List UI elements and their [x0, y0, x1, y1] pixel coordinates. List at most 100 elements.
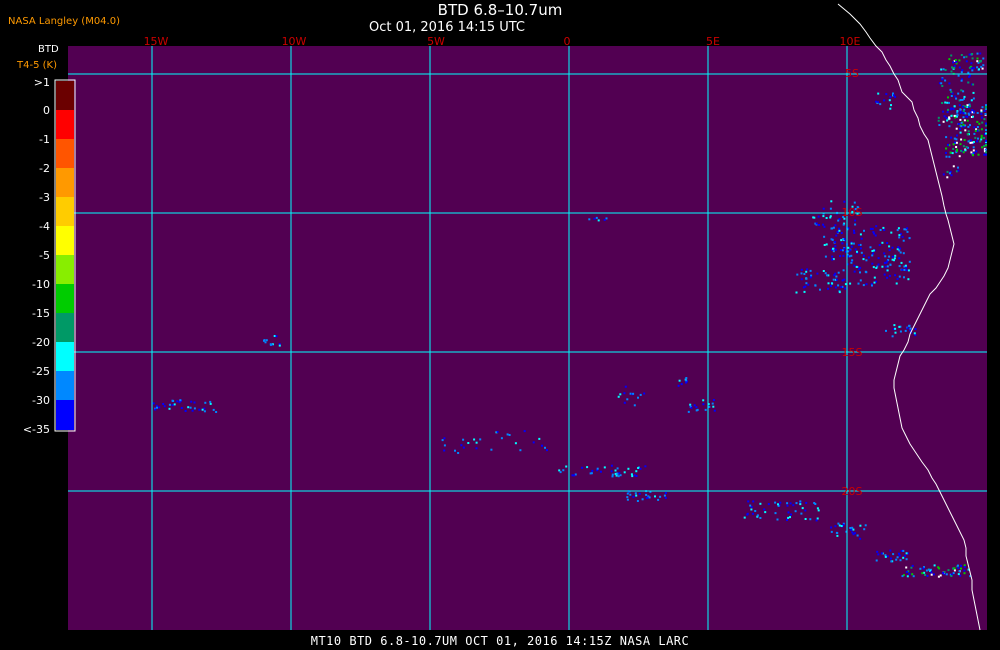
cloud-pixel	[176, 400, 179, 403]
cloud-pixel	[884, 555, 887, 558]
cloud-pixel	[546, 449, 548, 452]
colorbar-swatch	[56, 313, 74, 342]
cloud-pixel	[964, 149, 967, 152]
cloud-pixel	[977, 153, 980, 156]
cloud-pixel	[786, 519, 788, 521]
cloud-pixel	[680, 383, 683, 386]
cloud-pixel	[648, 496, 651, 499]
cloud-pixel	[905, 266, 908, 269]
cloud-pixel	[897, 227, 900, 230]
cloud-pixel	[985, 129, 987, 132]
cloud-pixel	[877, 101, 880, 104]
cloud-pixel	[873, 276, 876, 279]
cloud-pixel	[971, 53, 974, 55]
cloud-pixel	[871, 284, 873, 287]
cloud-pixel	[605, 217, 608, 220]
cloud-pixel	[937, 566, 940, 569]
cloud-pixel	[894, 274, 897, 277]
cloud-pixel	[970, 67, 973, 70]
cloud-pixel	[907, 269, 910, 272]
cloud-pixel	[896, 277, 899, 280]
cloud-pixel	[610, 464, 613, 467]
cloud-pixel	[171, 404, 174, 407]
cloud-pixel	[837, 271, 840, 274]
cloud-pixel	[959, 131, 962, 134]
cloud-pixel	[823, 225, 826, 228]
cloud-pixel	[945, 573, 948, 576]
cloud-pixel	[685, 377, 688, 379]
cloud-pixel	[172, 400, 175, 402]
cloud-pixel	[789, 516, 791, 519]
colorbar-swatch	[56, 342, 74, 371]
colorbar-label: >1	[33, 76, 50, 89]
cloud-pixel	[599, 470, 602, 473]
cloud-pixel	[871, 254, 874, 257]
cloud-pixel	[695, 409, 698, 412]
cloud-pixel	[806, 268, 809, 271]
cloud-pixel	[852, 242, 855, 245]
cloud-pixel	[809, 276, 812, 279]
cloud-pixel	[747, 500, 750, 503]
cloud-pixel	[879, 229, 882, 231]
cloud-pixel	[904, 264, 907, 267]
cloud-pixel	[955, 127, 958, 130]
cloud-pixel	[822, 223, 825, 226]
cloud-pixel	[885, 329, 887, 332]
cloud-pixel	[904, 554, 906, 557]
cloud-pixel	[967, 81, 970, 84]
cloud-pixel	[898, 554, 901, 557]
cloud-pixel	[976, 57, 979, 60]
cloud-pixel	[945, 116, 948, 119]
cloud-pixel	[883, 229, 886, 231]
cloud-pixel	[963, 569, 966, 572]
cloud-pixel	[983, 118, 986, 121]
cloud-pixel	[830, 526, 833, 529]
cloud-pixel	[948, 172, 951, 175]
cloud-pixel	[912, 575, 915, 578]
cloud-pixel	[853, 201, 856, 204]
cloud-pixel	[872, 266, 875, 269]
cloud-pixel	[948, 101, 950, 104]
cloud-pixel	[834, 272, 837, 275]
cloud-pixel	[819, 288, 821, 291]
footer-caption: MT10 BTD 6.8-10.7UM OCT 01, 2016 14:15Z …	[310, 634, 690, 648]
cloud-pixel	[950, 575, 953, 577]
cloud-pixel	[664, 496, 667, 499]
cloud-pixel	[878, 244, 881, 247]
cloud-pixel	[851, 259, 854, 262]
cloud-pixel	[940, 68, 943, 71]
cloud-pixel	[454, 449, 456, 452]
cloud-pixel	[875, 559, 878, 562]
cloud-pixel	[954, 59, 957, 61]
cloud-pixel	[976, 126, 979, 128]
cloud-pixel	[193, 401, 196, 404]
cloud-pixel	[962, 116, 965, 119]
lon-label: 15W	[144, 35, 169, 48]
cloud-pixel	[184, 410, 187, 412]
cloud-pixel	[985, 132, 987, 135]
cloud-pixel	[941, 78, 944, 81]
cloud-pixel	[462, 438, 465, 441]
cloud-pixel	[856, 534, 859, 537]
cloud-pixel	[973, 110, 976, 113]
cloud-pixel	[687, 410, 690, 413]
cloud-pixel	[860, 251, 863, 254]
cloud-pixel	[269, 343, 272, 346]
cloud-pixel	[967, 125, 970, 128]
cloud-pixel	[880, 552, 883, 555]
cloud-pixel	[960, 71, 963, 74]
cloud-pixel	[827, 282, 830, 285]
cloud-pixel	[877, 92, 880, 95]
cloud-pixel	[898, 234, 901, 237]
cloud-pixel	[853, 270, 856, 273]
cloud-pixel	[977, 137, 979, 140]
cloud-pixel	[958, 570, 961, 573]
cloud-pixel	[947, 96, 949, 99]
cloud-pixel	[948, 116, 951, 119]
cloud-pixel	[541, 444, 543, 447]
cloud-pixel	[857, 244, 860, 246]
cloud-pixel	[972, 67, 975, 70]
cloud-pixel	[614, 469, 617, 472]
cloud-pixel	[901, 268, 904, 271]
cloud-pixel	[611, 475, 614, 478]
